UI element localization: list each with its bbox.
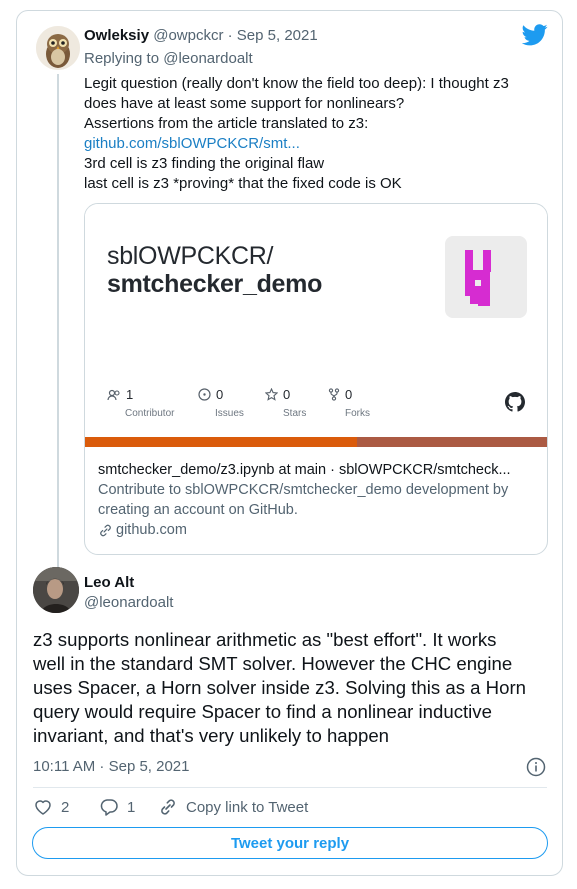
tweet2-text: z3 supports nonlinear arithmetic as "bes… (33, 628, 553, 748)
star-icon (265, 388, 278, 401)
stat-issues: 0 Issues (198, 387, 268, 419)
tweet1-author-name[interactable]: Owleksiy (84, 27, 149, 44)
like-action[interactable]: 2 (33, 797, 69, 817)
link-preview-text: smtchecker_demo/z3.ipynb at main · sblOW… (98, 460, 538, 540)
info-icon[interactable] (526, 757, 546, 777)
tweet1-line: Legit question (really don't know the fi… (84, 75, 509, 92)
language-bar (85, 437, 547, 447)
tweet2-line: invariant, and that's very unlikely to h… (33, 725, 390, 746)
tweet2-line: z3 supports nonlinear arithmetic as "bes… (33, 629, 497, 650)
reply-count: 1 (127, 798, 136, 816)
link-preview-image[interactable]: sblOWPCKCR/ smtchecker_demo 1 Contributo… (85, 204, 547, 447)
language-bar-secondary (357, 437, 547, 447)
stat-value: 0 (283, 387, 291, 402)
link-preview-description-line: Contribute to sblOWPCKCR/smtchecker_demo… (98, 482, 509, 498)
stat-label: Issues (215, 408, 244, 419)
link-preview-description: Contribute to sblOWPCKCR/smtchecker_demo… (98, 480, 538, 520)
tweet2-author-handle[interactable]: @leonardoalt (84, 594, 173, 611)
owleksiy-avatar[interactable] (36, 26, 80, 70)
language-bar-primary (85, 437, 357, 447)
stat-forks: 0 Forks (328, 387, 398, 419)
heart-icon (35, 800, 51, 815)
repo-name: smtchecker_demo (107, 270, 323, 298)
tweet2-line: query would require Spacer to find a non… (33, 701, 492, 722)
thread-line (57, 74, 59, 568)
tweet2-line: well in the standard SMT solver. However… (33, 653, 513, 674)
repo-owner: sblOWPCKCR/ (107, 242, 274, 270)
stat-value: 1 (126, 387, 134, 402)
replying-to[interactable]: Replying to @leonardoalt (84, 50, 253, 67)
link-preview-description-line: creating an account on GitHub. (98, 502, 298, 518)
link-icon (100, 524, 111, 536)
tweet-reply-button[interactable]: Tweet your reply (32, 827, 548, 859)
stat-value: 0 (216, 387, 224, 402)
link-preview-domain-text: github.com (116, 522, 187, 538)
reply-action[interactable]: 1 (99, 797, 135, 817)
stat-label: Forks (345, 408, 370, 419)
stat-value: 0 (345, 387, 353, 402)
like-count: 2 (61, 798, 70, 816)
link-preview-title: smtchecker_demo/z3.ipynb at main · sblOW… (98, 462, 511, 478)
twitter-bird-icon[interactable] (522, 24, 548, 46)
tweet1-line: last cell is z3 *proving* that the fixed… (84, 175, 402, 192)
tweet1-header: Owleksiy @owpckcr · Sep 5, 2021 (84, 27, 318, 44)
tweet2-timestamp[interactable]: 10:11 AM · Sep 5, 2021 (33, 758, 190, 775)
divider (33, 787, 547, 788)
tweet1-line: Assertions from the article translated t… (84, 115, 369, 132)
stat-label: Contributor (125, 408, 175, 419)
tweet2-line: uses Spacer, a Horn solver inside z3. So… (33, 677, 526, 698)
issue-icon (198, 388, 211, 401)
github-icon (505, 392, 525, 412)
tweet2-author-name[interactable]: Leo Alt (84, 574, 134, 591)
copy-link-action[interactable]: Copy link to Tweet (158, 797, 308, 817)
link-preview-card[interactable]: sblOWPCKCR/ smtchecker_demo 1 Contributo… (84, 203, 548, 555)
leo-alt-avatar[interactable] (33, 567, 79, 613)
copy-link-label: Copy link to Tweet (186, 798, 309, 816)
tweet1-line: does have at least some support for nonl… (84, 95, 405, 112)
repo-logo (445, 236, 527, 318)
fork-icon (328, 388, 340, 401)
link-preview-domain: github.com (98, 520, 538, 540)
people-icon (107, 389, 120, 400)
stat-stars: 0 Stars (265, 387, 335, 419)
reply-icon (100, 799, 118, 816)
tweet1-author-handle-date[interactable]: @owpckcr · Sep 5, 2021 (153, 27, 317, 44)
stat-contributors: 1 Contributor (107, 387, 177, 419)
tweet1-line: 3rd cell is z3 finding the original flaw (84, 155, 325, 172)
tweet1-text: Legit question (really don't know the fi… (84, 74, 532, 194)
link-icon (161, 799, 175, 815)
tweet1-link[interactable]: github.com/sblOWPCKCR/smt... (84, 134, 532, 154)
